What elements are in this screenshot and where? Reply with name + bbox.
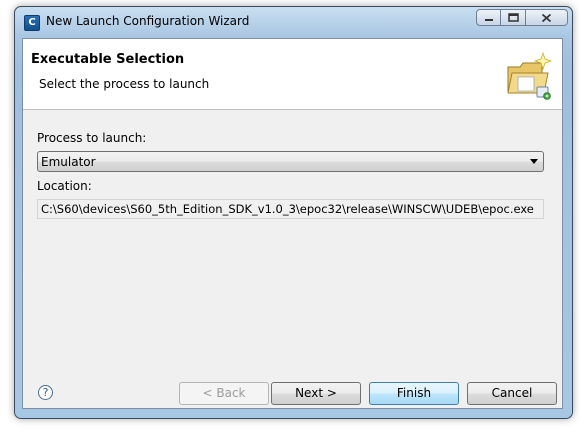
minimize-button[interactable] bbox=[476, 9, 501, 26]
location-field[interactable]: C:\S60\devices\S60_5th_Edition_SDK_v1.0_… bbox=[37, 199, 544, 219]
location-value: C:\S60\devices\S60_5th_Edition_SDK_v1.0_… bbox=[41, 202, 534, 216]
finish-button[interactable]: Finish bbox=[369, 382, 459, 405]
process-label: Process to launch: bbox=[37, 131, 147, 145]
location-label: Location: bbox=[37, 179, 92, 193]
app-icon: C bbox=[24, 15, 40, 31]
wizard-window: C New Launch Configuration Wizard Execut… bbox=[14, 6, 573, 419]
page-description: Select the process to launch bbox=[39, 77, 210, 91]
maximize-button[interactable] bbox=[501, 9, 526, 26]
cancel-button[interactable]: Cancel bbox=[467, 382, 557, 405]
page-title: Executable Selection bbox=[31, 52, 185, 67]
wizard-content: Executable Selection Select the process … bbox=[22, 38, 563, 409]
title-bar[interactable]: C New Launch Configuration Wizard bbox=[15, 7, 572, 37]
folder-sparkle-icon bbox=[507, 51, 553, 100]
window-title: New Launch Configuration Wizard bbox=[46, 14, 250, 28]
close-icon bbox=[541, 13, 552, 22]
window-controls bbox=[476, 9, 568, 27]
process-select[interactable]: Emulator bbox=[37, 151, 544, 172]
chevron-down-icon bbox=[530, 159, 538, 164]
next-button[interactable]: Next > bbox=[271, 382, 361, 405]
help-icon[interactable]: ? bbox=[38, 385, 53, 400]
maximize-icon bbox=[507, 13, 519, 22]
process-select-value: Emulator bbox=[41, 155, 96, 169]
wizard-banner: Executable Selection Select the process … bbox=[23, 39, 562, 110]
close-button[interactable] bbox=[526, 9, 568, 26]
back-button[interactable]: < Back bbox=[179, 382, 269, 405]
minimize-icon bbox=[484, 18, 493, 21]
